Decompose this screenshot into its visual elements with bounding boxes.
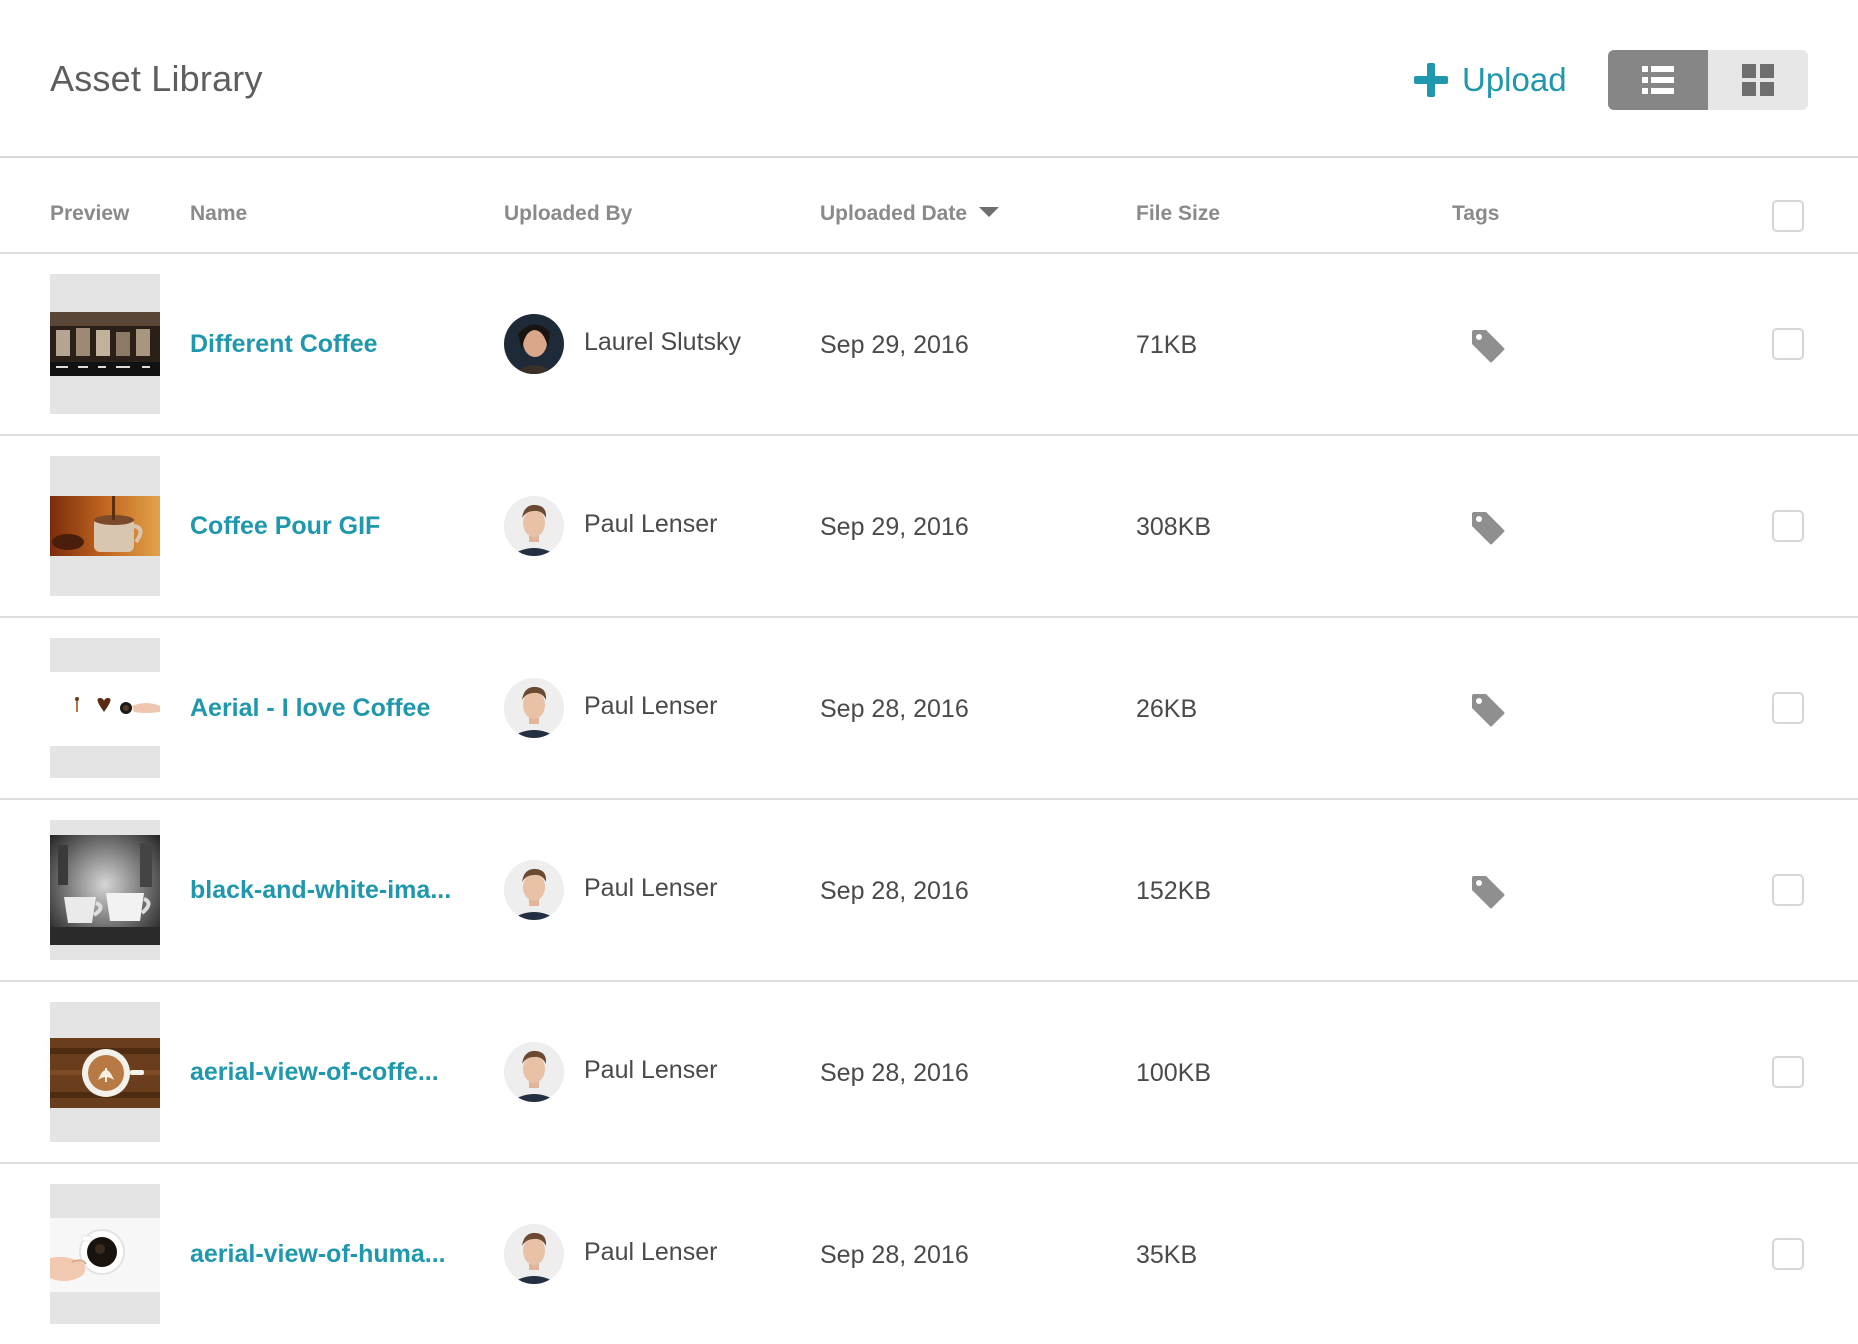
asset-name-link[interactable]: aerial-view-of-huma... — [190, 1240, 446, 1269]
page-header: Asset Library Upload — [0, 0, 1858, 158]
user-photo-icon — [504, 496, 564, 556]
file-size: 26KB — [1136, 695, 1198, 723]
list-view-button[interactable] — [1608, 50, 1708, 110]
tag-icon[interactable] — [1470, 874, 1506, 910]
file-size: 152KB — [1136, 877, 1212, 905]
column-file-size[interactable]: File Size — [1136, 202, 1220, 226]
asset-name-link[interactable]: Different Coffee — [190, 330, 378, 359]
user-photo-icon — [504, 678, 564, 738]
preview-thumbnail[interactable] — [50, 1002, 160, 1142]
sort-descending-icon — [979, 207, 1000, 218]
user-photo-icon — [504, 314, 564, 374]
table-row[interactable]: black-and-white-ima... Paul Lenser Sep 2… — [0, 800, 1858, 982]
table-row[interactable]: Different Coffee Laurel Slutsky Sep 29, … — [0, 254, 1858, 436]
upload-button[interactable]: Upload — [1414, 56, 1567, 104]
asset-name-link[interactable]: Coffee Pour GIF — [190, 512, 380, 541]
table-header: Preview Name Uploaded By Uploaded Date F… — [0, 160, 1858, 254]
tag-icon[interactable] — [1470, 328, 1506, 364]
row-select-checkbox[interactable] — [1772, 1056, 1804, 1088]
plus-icon — [1414, 63, 1448, 97]
asset-name-link[interactable]: aerial-view-of-coffe... — [190, 1058, 439, 1087]
table-row[interactable]: Aerial - I love Coffee Paul Lenser Sep 2… — [0, 618, 1858, 800]
view-toggle — [1608, 50, 1808, 110]
file-size: 100KB — [1136, 1059, 1212, 1087]
upload-label: Upload — [1462, 61, 1567, 98]
row-select-checkbox[interactable] — [1772, 328, 1804, 360]
tag-icon[interactable] — [1470, 692, 1506, 728]
uploader-name: Paul Lenser — [584, 874, 718, 902]
latte-art-image — [50, 1038, 160, 1108]
table-row[interactable]: aerial-view-of-huma... Paul Lenser Sep 2… — [0, 1164, 1858, 1344]
column-uploaded-date[interactable]: Uploaded Date — [820, 202, 1000, 226]
file-size: 308KB — [1136, 513, 1212, 541]
column-uploaded-date-label: Uploaded Date — [820, 202, 968, 225]
uploader-name: Laurel Slutsky — [584, 328, 742, 356]
avatar — [504, 1042, 564, 1102]
upload-date: Sep 28, 2016 — [820, 1059, 969, 1087]
i-love-coffee-image — [50, 672, 160, 746]
uploader-name: Paul Lenser — [584, 692, 718, 720]
row-select-checkbox[interactable] — [1772, 510, 1804, 542]
asset-name-link[interactable]: black-and-white-ima... — [190, 876, 451, 905]
column-uploaded-by[interactable]: Uploaded By — [504, 202, 632, 226]
upload-date: Sep 28, 2016 — [820, 1241, 969, 1269]
coffee-cups-menu-image — [50, 312, 160, 376]
preview-thumbnail[interactable] — [50, 1184, 160, 1324]
hand-holding-cup-image — [50, 1218, 160, 1292]
user-photo-icon — [504, 1224, 564, 1284]
avatar — [504, 678, 564, 738]
upload-date: Sep 28, 2016 — [820, 877, 969, 905]
grid-view-button[interactable] — [1708, 50, 1808, 110]
avatar — [504, 860, 564, 920]
user-photo-icon — [504, 860, 564, 920]
preview-thumbnail[interactable] — [50, 274, 160, 414]
file-size: 35KB — [1136, 1241, 1198, 1269]
table-row[interactable]: aerial-view-of-coffe... Paul Lenser Sep … — [0, 982, 1858, 1164]
grid-icon — [1742, 64, 1774, 96]
preview-thumbnail[interactable] — [50, 638, 160, 778]
select-all-checkbox[interactable] — [1772, 200, 1804, 232]
preview-thumbnail[interactable] — [50, 820, 160, 960]
upload-date: Sep 29, 2016 — [820, 331, 969, 359]
coffee-pour-image — [50, 496, 160, 556]
upload-date: Sep 29, 2016 — [820, 513, 969, 541]
uploader-name: Paul Lenser — [584, 1056, 718, 1084]
user-photo-icon — [504, 1042, 564, 1102]
list-icon — [1642, 66, 1674, 94]
file-size: 71KB — [1136, 331, 1198, 359]
row-select-checkbox[interactable] — [1772, 874, 1804, 906]
column-name[interactable]: Name — [190, 202, 247, 226]
avatar — [504, 314, 564, 374]
page-title: Asset Library — [50, 58, 263, 99]
column-preview: Preview — [50, 202, 130, 225]
tag-icon[interactable] — [1470, 510, 1506, 546]
upload-date: Sep 28, 2016 — [820, 695, 969, 723]
table-row[interactable]: Coffee Pour GIF Paul Lenser Sep 29, 2016… — [0, 436, 1858, 618]
row-select-checkbox[interactable] — [1772, 692, 1804, 724]
uploader-name: Paul Lenser — [584, 1238, 718, 1266]
avatar — [504, 496, 564, 556]
row-select-checkbox[interactable] — [1772, 1238, 1804, 1270]
asset-name-link[interactable]: Aerial - I love Coffee — [190, 694, 430, 723]
black-and-white-cups-image — [50, 835, 160, 945]
column-tags: Tags — [1452, 202, 1500, 225]
uploader-name: Paul Lenser — [584, 510, 718, 538]
preview-thumbnail[interactable] — [50, 456, 160, 596]
avatar — [504, 1224, 564, 1284]
asset-library-app: Asset Library Upload Preview Name Upload… — [0, 0, 1858, 1344]
